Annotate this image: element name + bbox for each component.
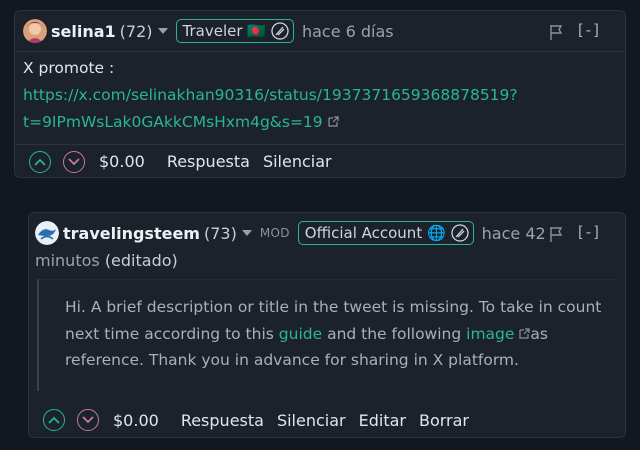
mod-label: MOD — [259, 226, 290, 240]
quill-icon — [450, 224, 469, 242]
reputation: (72) — [119, 21, 153, 41]
guide-link[interactable]: guide — [279, 325, 322, 343]
chevron-up-icon — [34, 158, 46, 166]
comment-footer: $0.00 Respuesta Silenciar Editar Borrar — [29, 403, 625, 437]
downvote-button[interactable] — [77, 409, 99, 431]
flag-icon[interactable] — [547, 23, 565, 41]
edited-label: (editado) — [104, 251, 178, 270]
reply-button[interactable]: Respuesta — [167, 152, 250, 171]
avatar[interactable] — [23, 19, 47, 43]
chevron-down-icon[interactable] — [241, 230, 252, 236]
external-link-icon — [328, 116, 339, 127]
comment-footer: $0.00 Respuesta Silenciar — [15, 144, 625, 178]
chevron-up-icon — [48, 416, 60, 424]
chevron-down-icon — [68, 157, 80, 165]
avatar[interactable] — [35, 221, 59, 245]
comment-header: travelingsteem (73) MOD Official Account… — [29, 213, 625, 253]
mute-button[interactable]: Silenciar — [277, 411, 346, 430]
image-link[interactable]: image — [466, 325, 514, 343]
payout-value[interactable]: $0.00 — [113, 411, 159, 430]
community-badge: Official Account 🌐 — [297, 221, 474, 245]
username[interactable]: selina1 — [51, 22, 116, 41]
delete-button[interactable]: Borrar — [419, 411, 469, 430]
quote-text: and the following — [322, 324, 467, 343]
flag-icon[interactable] — [547, 225, 565, 243]
community-badge: Traveler 🇧🇩 — [175, 19, 294, 43]
collapse-toggle[interactable]: [-] — [578, 223, 601, 241]
tweet-link-cont[interactable]: t=9IPmWsLak0GAkkCMsHxm4g&s=19 — [23, 113, 323, 131]
chevron-down-icon[interactable] — [157, 28, 168, 34]
badge-label: Official Account 🌐 — [304, 224, 446, 242]
comment-card: travelingsteem (73) MOD Official Account… — [28, 212, 626, 438]
downvote-button[interactable] — [63, 150, 85, 173]
comment-blockquote: Hi. A brief description or title in the … — [37, 279, 615, 391]
external-link-icon — [519, 327, 531, 339]
collapse-toggle[interactable]: [-] — [578, 21, 601, 39]
tweet-link[interactable]: https://x.com/selinakhan90316/status/193… — [23, 86, 518, 104]
timestamp[interactable]: hace 42 — [482, 224, 546, 243]
comment-header: selina1 (72) Traveler 🇧🇩 hace 6 días [-] — [15, 11, 625, 52]
mute-button[interactable]: Silenciar — [263, 152, 332, 171]
reputation: (73) — [203, 223, 237, 243]
comment-body: X promote : https://x.com/selinakhan9031… — [23, 55, 613, 136]
upvote-button[interactable] — [29, 150, 51, 173]
edit-button[interactable]: Editar — [359, 411, 406, 430]
reply-button[interactable]: Respuesta — [181, 411, 264, 430]
timestamp[interactable]: hace 6 días — [302, 22, 394, 41]
username[interactable]: travelingsteem — [63, 224, 200, 243]
timestamp-cont[interactable]: minutos — [35, 251, 100, 270]
timestamp-continued: minutos (editado) — [35, 251, 178, 270]
payout-value[interactable]: $0.00 — [99, 152, 145, 171]
body-text: X promote : — [23, 59, 115, 77]
comment-card: selina1 (72) Traveler 🇧🇩 hace 6 días [-]… — [14, 10, 626, 178]
upvote-button[interactable] — [43, 409, 65, 431]
quill-icon — [271, 22, 289, 40]
badge-label: Traveler 🇧🇩 — [182, 22, 266, 40]
chevron-down-icon — [82, 416, 94, 424]
